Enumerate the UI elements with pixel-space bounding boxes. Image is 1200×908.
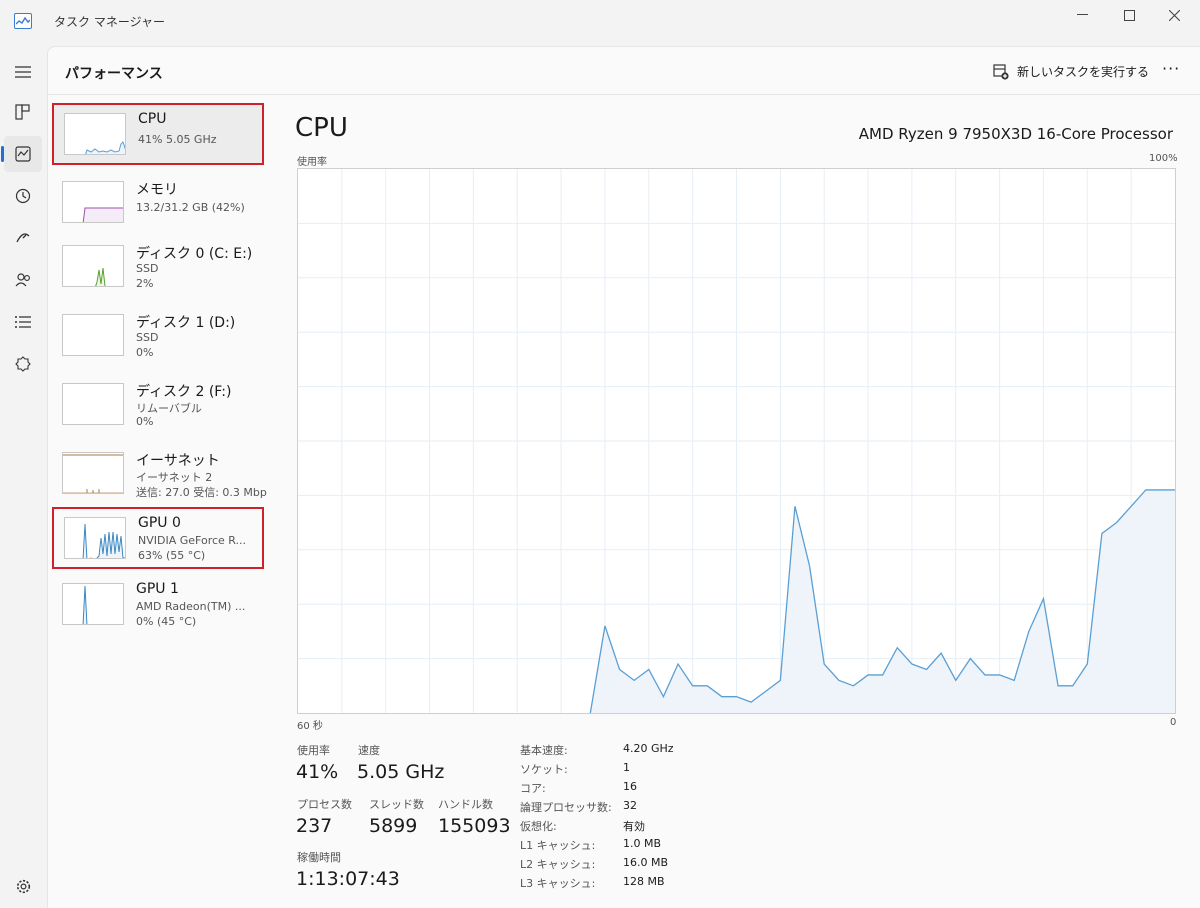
- graph-min-label: 0: [1170, 717, 1177, 728]
- threads-value: 5899: [369, 815, 418, 837]
- spec-value: 16: [623, 780, 637, 793]
- window-title: タスク マネージャー: [54, 15, 165, 29]
- graph-y-label: 使用率: [297, 157, 327, 168]
- detail-title: CPU: [295, 113, 348, 143]
- services-icon[interactable]: [4, 346, 42, 382]
- handles-value: 155093: [438, 815, 511, 837]
- resource-name: ディスク 1 (D:): [136, 315, 236, 331]
- resource-item-ethernet[interactable]: イーサネット イーサネット 2 送信: 27.0 受信: 0.3 Mbp: [52, 444, 267, 506]
- gpu-0-thumbnail-graph: [64, 517, 126, 559]
- cpu-model-name: AMD Ryzen 9 7950X3D 16-Core Processor: [858, 125, 1173, 143]
- resource-detail: NVIDIA GeForce R...: [138, 534, 247, 547]
- resource-detail: 0%: [136, 415, 154, 428]
- performance-icon[interactable]: [1, 136, 42, 172]
- threads-label: スレッド数: [369, 798, 424, 811]
- maximize-button[interactable]: [1107, 2, 1151, 28]
- resource-detail: 41% 5.05 GHz: [138, 133, 217, 146]
- speed-value: 5.05 GHz: [357, 761, 445, 783]
- spec-key: 基本速度:: [520, 744, 568, 757]
- resource-detail: リムーバブル: [136, 402, 202, 415]
- resource-detail: イーサネット 2: [136, 471, 213, 484]
- spec-value: 1.0 MB: [623, 837, 662, 850]
- spec-key: L2 キャッシュ:: [520, 858, 596, 871]
- resource-name: GPU 0: [138, 515, 181, 531]
- spec-key: L3 キャッシュ:: [520, 877, 596, 890]
- run-new-task-button[interactable]: 新しいタスクを実行する: [993, 63, 1149, 80]
- resource-name: CPU: [138, 111, 167, 127]
- resource-item-cpu[interactable]: CPU 41% 5.05 GHz: [52, 103, 264, 165]
- resource-detail: 63% (55 °C): [138, 549, 206, 562]
- startup-apps-icon[interactable]: [4, 220, 42, 256]
- navigation-rail: [0, 46, 46, 908]
- main-panel: パフォーマンス 新しいタスクを実行する ··· CPU 41% 5.05 GHz…: [47, 46, 1200, 908]
- spec-value: 1: [623, 761, 630, 774]
- speed-label: 速度: [358, 744, 380, 757]
- disk-2-thumbnail-graph: [62, 383, 124, 425]
- usage-value: 41%: [296, 761, 339, 783]
- users-icon[interactable]: [4, 262, 42, 298]
- gpu-1-thumbnail-graph: [62, 583, 124, 625]
- title-bar: タスク マネージャー: [0, 0, 1200, 46]
- cpu-usage-graph: [297, 168, 1176, 714]
- resource-detail: 2%: [136, 277, 154, 290]
- resource-item-gpu-1[interactable]: GPU 1 AMD Radeon(TM) ... 0% (45 °C): [52, 575, 264, 637]
- resource-name: メモリ: [136, 182, 178, 198]
- usage-label: 使用率: [297, 744, 330, 757]
- resource-item-disk-0[interactable]: ディスク 0 (C: E:) SSD 2%: [52, 237, 264, 299]
- resource-detail: SSD: [136, 331, 159, 344]
- graph-time-span-label: 60 秒: [297, 721, 323, 732]
- spec-value: 有効: [623, 820, 645, 833]
- handles-label: ハンドル数: [438, 798, 493, 811]
- disk-1-thumbnail-graph: [62, 314, 124, 356]
- page-header: パフォーマンス 新しいタスクを実行する ···: [48, 47, 1200, 95]
- resource-detail: SSD: [136, 262, 159, 275]
- spec-key: 仮想化:: [520, 820, 557, 833]
- resource-name: イーサネット: [136, 453, 220, 469]
- processes-value: 237: [296, 815, 333, 837]
- spec-value: 16.0 MB: [623, 856, 669, 869]
- task-manager-app-icon: [14, 13, 32, 29]
- hamburger-menu-icon[interactable]: [4, 54, 42, 90]
- processes-icon[interactable]: [4, 94, 42, 130]
- resource-name: ディスク 2 (F:): [136, 384, 232, 400]
- disk-0-thumbnail-graph: [62, 245, 124, 287]
- spec-value: 32: [623, 799, 637, 812]
- cpu-usage-chart-svg: [298, 169, 1175, 714]
- resource-detail: AMD Radeon(TM) ...: [136, 600, 246, 613]
- spec-value: 128 MB: [623, 875, 665, 888]
- resource-name: ディスク 0 (C: E:): [136, 246, 253, 262]
- memory-thumbnail-graph: [62, 181, 124, 223]
- spec-key: 論理プロセッサ数:: [520, 801, 612, 814]
- resource-detail: 0% (45 °C): [136, 615, 197, 628]
- graph-max-label: 100%: [1149, 153, 1178, 164]
- more-options-button[interactable]: ···: [1162, 59, 1180, 78]
- resource-detail: 13.2/31.2 GB (42%): [136, 201, 245, 214]
- resource-item-disk-2[interactable]: ディスク 2 (F:) リムーバブル 0%: [52, 375, 264, 437]
- resource-item-memory[interactable]: メモリ 13.2/31.2 GB (42%): [52, 173, 264, 235]
- settings-gear-icon[interactable]: [4, 868, 42, 904]
- app-history-icon[interactable]: [4, 178, 42, 214]
- cpu-thumbnail-graph: [64, 113, 126, 155]
- spec-key: ソケット:: [520, 763, 568, 776]
- processes-label: プロセス数: [297, 798, 352, 811]
- ethernet-thumbnail-graph: [62, 452, 124, 494]
- run-task-icon: [993, 63, 1009, 80]
- spec-key: コア:: [520, 782, 546, 795]
- spec-key: L1 キャッシュ:: [520, 839, 596, 852]
- run-task-label: 新しいタスクを実行する: [1017, 65, 1150, 79]
- minimize-button[interactable]: [1060, 2, 1104, 28]
- uptime-value: 1:13:07:43: [296, 868, 400, 890]
- resource-item-disk-1[interactable]: ディスク 1 (D:) SSD 0%: [52, 306, 264, 368]
- spec-value: 4.20 GHz: [623, 742, 674, 755]
- page-title: パフォーマンス: [65, 66, 163, 82]
- resource-name: GPU 1: [136, 581, 179, 597]
- close-button[interactable]: [1152, 2, 1196, 28]
- details-icon[interactable]: [4, 304, 42, 340]
- resource-detail: 送信: 27.0 受信: 0.3 Mbp: [136, 486, 267, 499]
- resource-item-gpu-0[interactable]: GPU 0 NVIDIA GeForce R... 63% (55 °C): [52, 507, 264, 569]
- resource-detail: 0%: [136, 346, 154, 359]
- uptime-label: 稼働時間: [297, 851, 341, 864]
